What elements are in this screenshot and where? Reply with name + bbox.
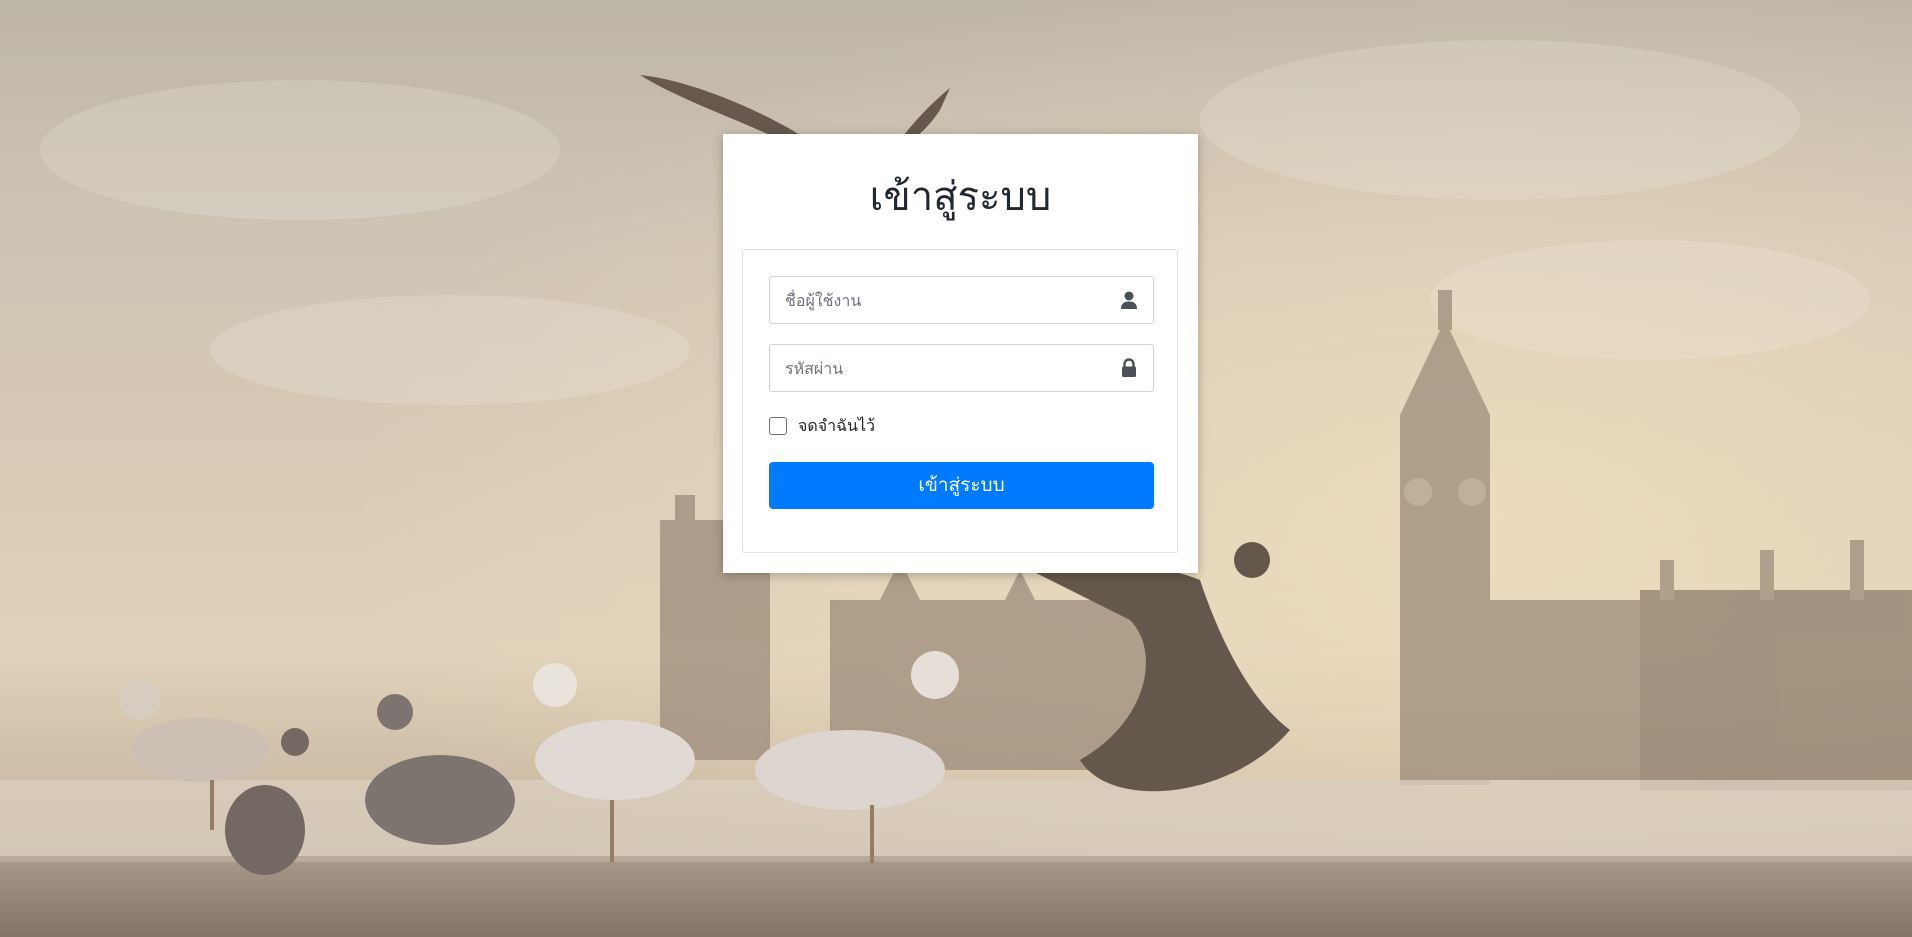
page-title: เข้าสู่ระบบ xyxy=(869,174,1052,220)
password-field[interactable] xyxy=(769,344,1154,392)
login-card: เข้าสู่ระบบ จดจำฉันไว้ เข้าสู่ระบบ xyxy=(723,134,1198,573)
login-form: จดจำฉันไว้ เข้าสู่ระบบ xyxy=(742,249,1178,553)
username-input[interactable] xyxy=(770,277,1115,323)
login-button[interactable]: เข้าสู่ระบบ xyxy=(769,462,1154,509)
remember-checkbox[interactable] xyxy=(769,417,787,435)
lock-icon xyxy=(1122,358,1136,377)
password-input[interactable] xyxy=(770,345,1115,391)
username-field[interactable] xyxy=(769,276,1154,324)
user-icon xyxy=(1121,291,1137,309)
remember-label[interactable]: จดจำฉันไว้ xyxy=(798,415,875,437)
